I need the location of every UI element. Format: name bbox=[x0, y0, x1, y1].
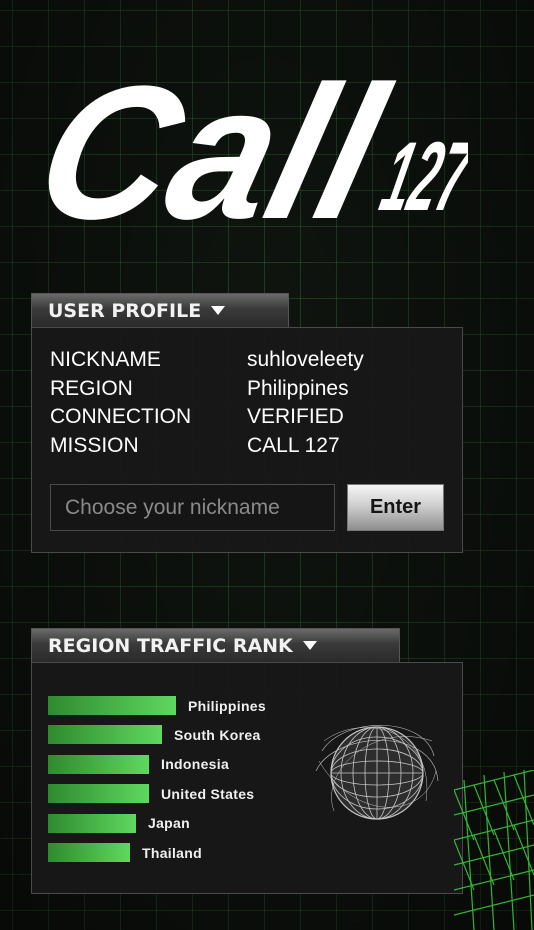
rank-item: Indonesia bbox=[48, 754, 230, 774]
rank-bar bbox=[48, 813, 136, 833]
profile-key: REGION bbox=[50, 377, 133, 400]
profile-value: CALL 127 bbox=[247, 434, 340, 457]
profile-key: MISSION bbox=[50, 434, 139, 457]
region-traffic-rank-panel: Philippines South Korea Indonesia United St… bbox=[31, 662, 463, 894]
user-profile-panel: NICKNAME suhloveleety REGION Philippines… bbox=[31, 327, 463, 553]
profile-value: VERIFIED bbox=[247, 405, 344, 428]
profile-key: NICKNAME bbox=[50, 348, 161, 371]
rank-label: Japan bbox=[148, 815, 190, 832]
logo-number-text: 127 bbox=[372, 122, 468, 231]
user-profile-tab[interactable]: USER PROFILE bbox=[31, 293, 289, 327]
logo-graphic: Call 127 bbox=[19, 46, 483, 259]
nickname-input[interactable] bbox=[50, 484, 335, 531]
user-profile-tab-title: USER PROFILE bbox=[48, 299, 202, 322]
profile-value: Philippines bbox=[247, 377, 349, 400]
rank-item: South Korea bbox=[48, 725, 261, 745]
rank-label: United States bbox=[161, 785, 255, 802]
caret-down-icon bbox=[211, 306, 226, 315]
rank-label: Philippines bbox=[188, 697, 266, 714]
logo-main-text: Call bbox=[28, 46, 405, 238]
rank-item: Japan bbox=[48, 813, 190, 833]
rank-bar bbox=[48, 754, 149, 774]
rank-item: Philippines bbox=[48, 696, 266, 715]
rank-label: South Korea bbox=[174, 726, 261, 743]
rank-item: Thailand bbox=[48, 843, 202, 862]
globe-icon bbox=[315, 725, 439, 820]
caret-down-icon bbox=[302, 641, 317, 650]
rank-bar bbox=[48, 843, 130, 862]
profile-key: CONNECTION bbox=[50, 405, 192, 428]
rank-label: Indonesia bbox=[161, 756, 230, 773]
rank-label: Thailand bbox=[142, 844, 202, 861]
call-127-logo: Call 127 bbox=[19, 38, 483, 259]
green-mesh-decoration bbox=[454, 770, 534, 930]
region-traffic-rank-tab-title: REGION TRAFFIC RANK bbox=[48, 634, 293, 657]
rank-bar bbox=[48, 696, 176, 715]
rank-bar bbox=[48, 725, 162, 745]
region-traffic-rank-tab[interactable]: REGION TRAFFIC RANK bbox=[31, 628, 400, 662]
rank-bar bbox=[48, 784, 149, 804]
profile-value: suhloveleety bbox=[247, 348, 364, 371]
rank-item: United States bbox=[48, 784, 255, 804]
enter-button[interactable]: Enter bbox=[347, 484, 444, 531]
